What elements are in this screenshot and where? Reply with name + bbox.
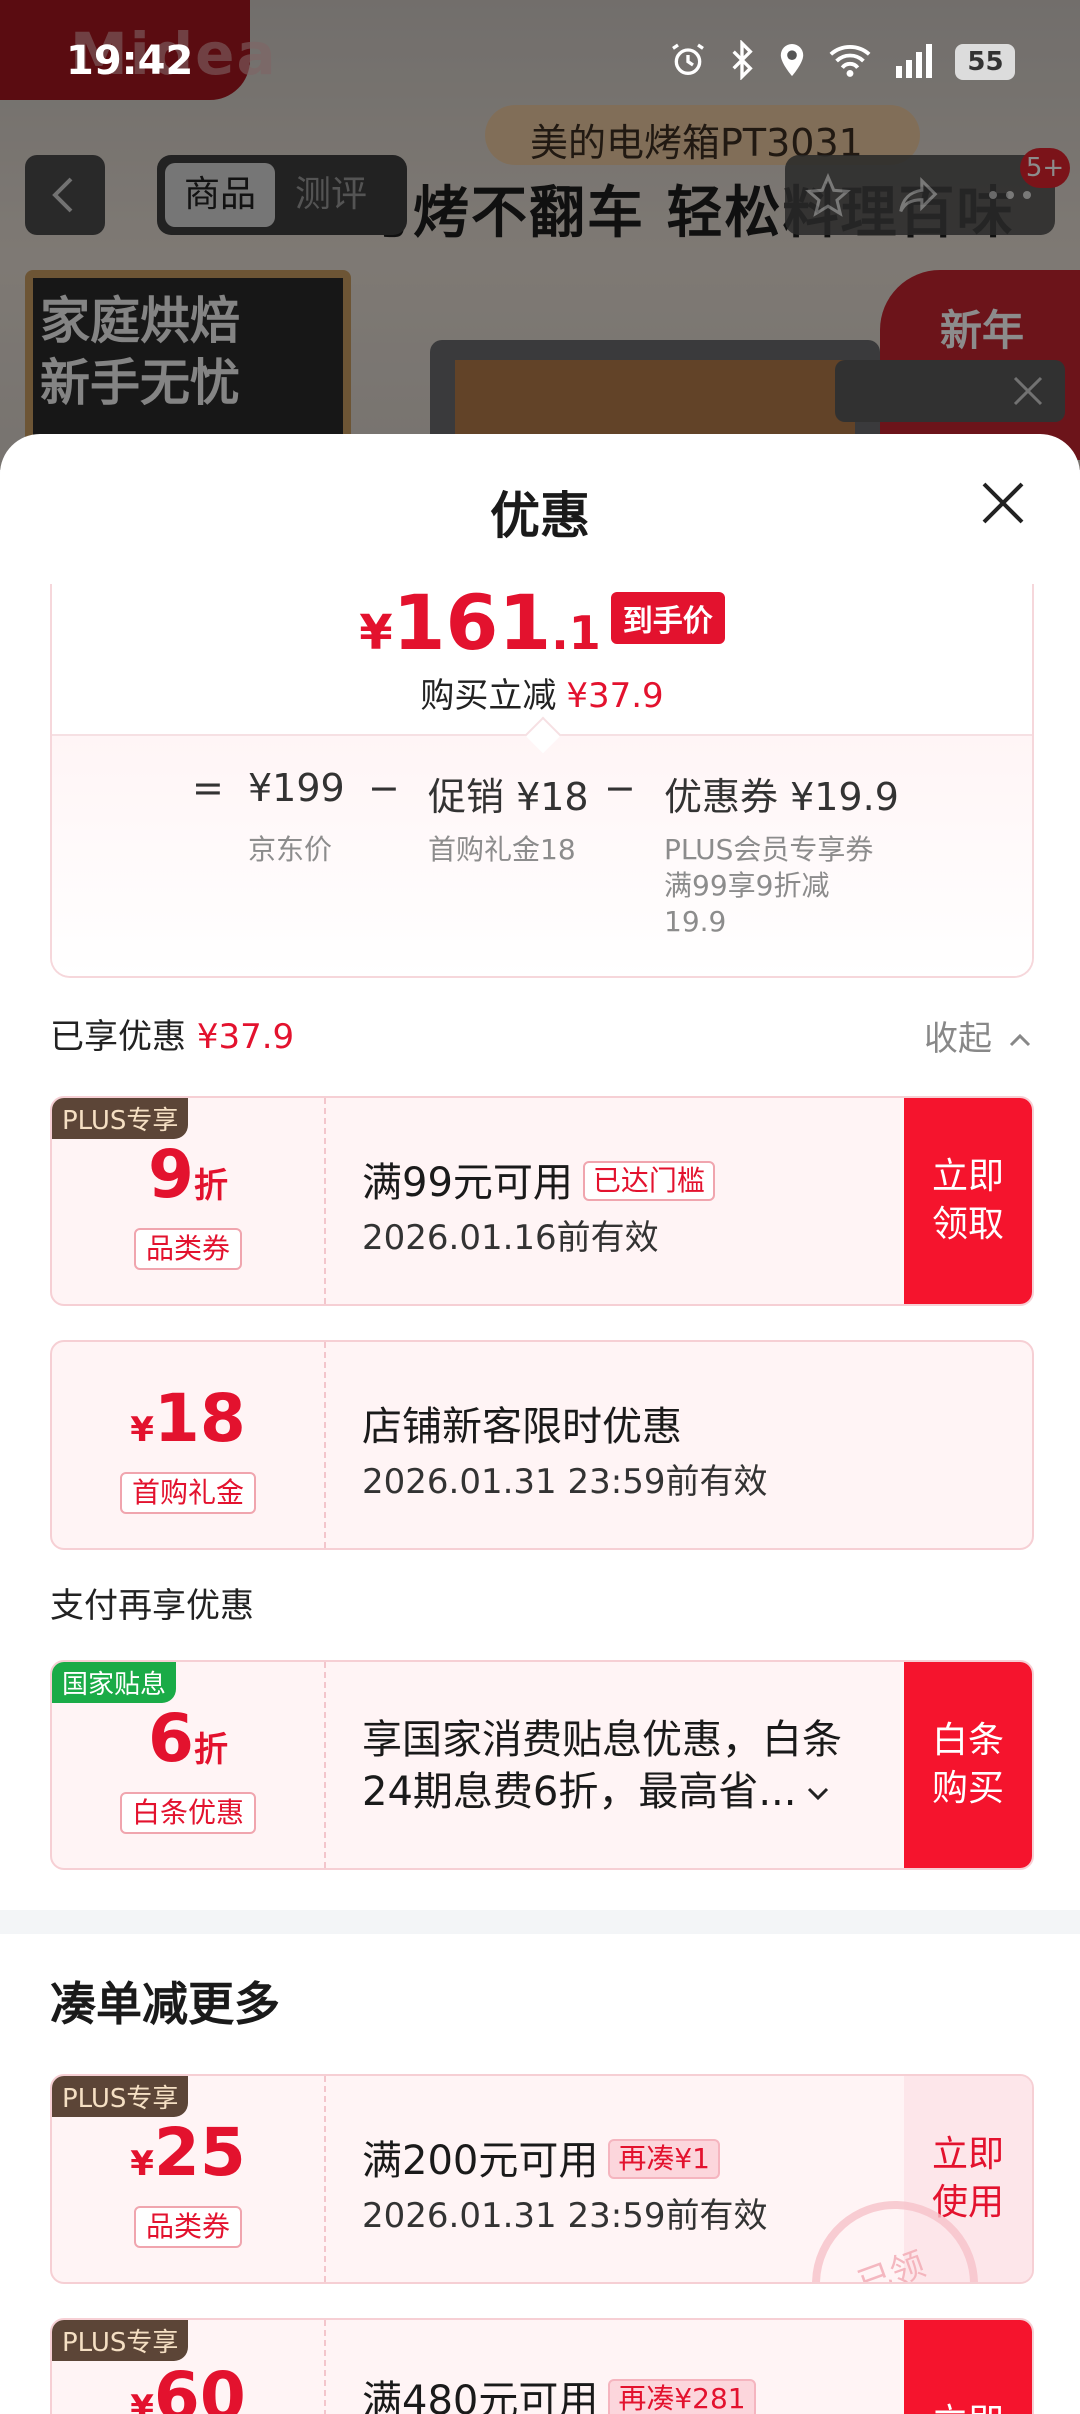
sheet-title: 优惠 bbox=[490, 487, 590, 545]
coupon-title: 满99元可用 已达门槛 bbox=[362, 1150, 715, 1208]
coupon-card: PLUS专享 ¥60 满480元可用再凑¥281 立即 bbox=[50, 2318, 1034, 2414]
coupon-type: 品类券 bbox=[52, 1228, 324, 1270]
equals-sign: = bbox=[192, 766, 224, 810]
promo-label: 首购礼金18 bbox=[428, 833, 576, 866]
signal-icon bbox=[892, 40, 936, 84]
coupon-validity: 2026.01.16前有效 bbox=[362, 1218, 659, 1258]
alarm-icon bbox=[668, 40, 708, 84]
plus-exclusive-tag: PLUS专享 bbox=[52, 2076, 189, 2117]
final-price-tag: 到手价 bbox=[610, 592, 725, 644]
subsidy-tag: 国家贴息 bbox=[52, 1662, 177, 1703]
jd-price-label: 京东价 bbox=[248, 833, 333, 866]
plus-exclusive-tag: PLUS专享 bbox=[52, 2320, 189, 2361]
enjoyed-discount: 已享优惠 ¥37.9 bbox=[50, 1017, 295, 1057]
baitiao-coupon-card: 国家贴息 6折 白条优惠 享国家消费贴息优惠，白条 24期息费6折，最高省...… bbox=[50, 1660, 1034, 1870]
coupon-card: ¥18 首购礼金 店铺新客限时优惠 2026.01.31 23:59前有效 bbox=[50, 1340, 1034, 1550]
collapse-toggle[interactable]: 收起 bbox=[924, 1011, 1033, 1060]
status-time: 19:42 bbox=[66, 38, 194, 84]
discount-sheet: 优惠 ¥161.1 到手价 购买立减 ¥37.9 = ¥199 京东价 − 促销 ¥… bbox=[0, 434, 1080, 2414]
use-coupon-button[interactable]: 立即 bbox=[904, 2320, 1032, 2414]
coupon-discount: ¥25 bbox=[130, 2114, 246, 2191]
coupon-type: 首购礼金 bbox=[52, 1472, 324, 1514]
threshold-badge: 已达门槛 bbox=[582, 1161, 715, 1201]
section-gap bbox=[0, 1910, 1080, 1934]
claim-coupon-button[interactable]: 立即领取 bbox=[904, 1098, 1032, 1304]
close-icon[interactable] bbox=[978, 478, 1028, 528]
final-price: ¥161.1 到手价 bbox=[52, 584, 1032, 667]
coupon-discount: ¥18 bbox=[130, 1380, 246, 1457]
battery-indicator: 55 bbox=[955, 44, 1016, 80]
price-summary-card: ¥161.1 到手价 购买立减 ¥37.9 = ¥199 京东价 − 促销 ¥18 … bbox=[50, 584, 1034, 978]
coupon-title: 满200元可用 再凑¥1 bbox=[362, 2128, 720, 2186]
pay-section-label: 支付再享优惠 bbox=[50, 1586, 254, 1626]
coupon-amount: 优惠券 ¥19.9 bbox=[664, 775, 899, 819]
coupon-discount: ¥60 bbox=[130, 2358, 246, 2414]
coupon-description[interactable]: 享国家消费贴息优惠，白条 24期息费6折，最高省... bbox=[362, 1714, 842, 1818]
coupon-validity: 2026.01.31 23:59前有效 bbox=[362, 2196, 768, 2236]
location-icon bbox=[776, 40, 808, 84]
jd-price: ¥199 bbox=[248, 766, 345, 810]
bluetooth-icon bbox=[727, 39, 757, 84]
coupon-type: 品类券 bbox=[52, 2206, 324, 2248]
coupon-discount: 9折 bbox=[148, 1136, 228, 1213]
coupon-type: 白条优惠 bbox=[52, 1792, 324, 1834]
coupon-card: PLUS专享 9折 品类券 满99元可用 已达门槛 2026.01.16前有效 立… bbox=[50, 1096, 1034, 1306]
status-icons: 55 bbox=[668, 39, 1029, 86]
coupon-title: 满480元可用 再凑¥281 bbox=[362, 2368, 756, 2414]
plus-exclusive-tag: PLUS专享 bbox=[52, 1098, 189, 1139]
coupon-label: PLUS会员专享券满99享9折减19.9 bbox=[664, 833, 874, 938]
baitiao-buy-button[interactable]: 白条购买 bbox=[904, 1662, 1032, 1868]
wifi-icon bbox=[827, 40, 873, 84]
minus-sign: − bbox=[368, 766, 400, 810]
reduce-line: 购买立减 ¥37.9 bbox=[420, 676, 664, 716]
more-section-title: 凑单减更多 bbox=[50, 1977, 280, 2031]
coupon-title: 店铺新客限时优惠 bbox=[362, 1404, 682, 1450]
top-up-badge: 再凑¥281 bbox=[608, 2379, 756, 2414]
coupon-card: PLUS专享 ¥25 品类券 满200元可用 再凑¥1 2026.01.31 23… bbox=[50, 2074, 1034, 2284]
chevron-up-icon bbox=[1009, 1033, 1030, 1047]
chevron-down-icon bbox=[807, 1787, 828, 1801]
coupon-discount: 6折 bbox=[148, 1700, 228, 1777]
coupon-validity: 2026.01.31 23:59前有效 bbox=[362, 1462, 768, 1502]
promo-amount: 促销 ¥18 bbox=[428, 775, 589, 819]
top-up-badge: 再凑¥1 bbox=[608, 2139, 720, 2179]
minus-sign: − bbox=[604, 766, 636, 810]
